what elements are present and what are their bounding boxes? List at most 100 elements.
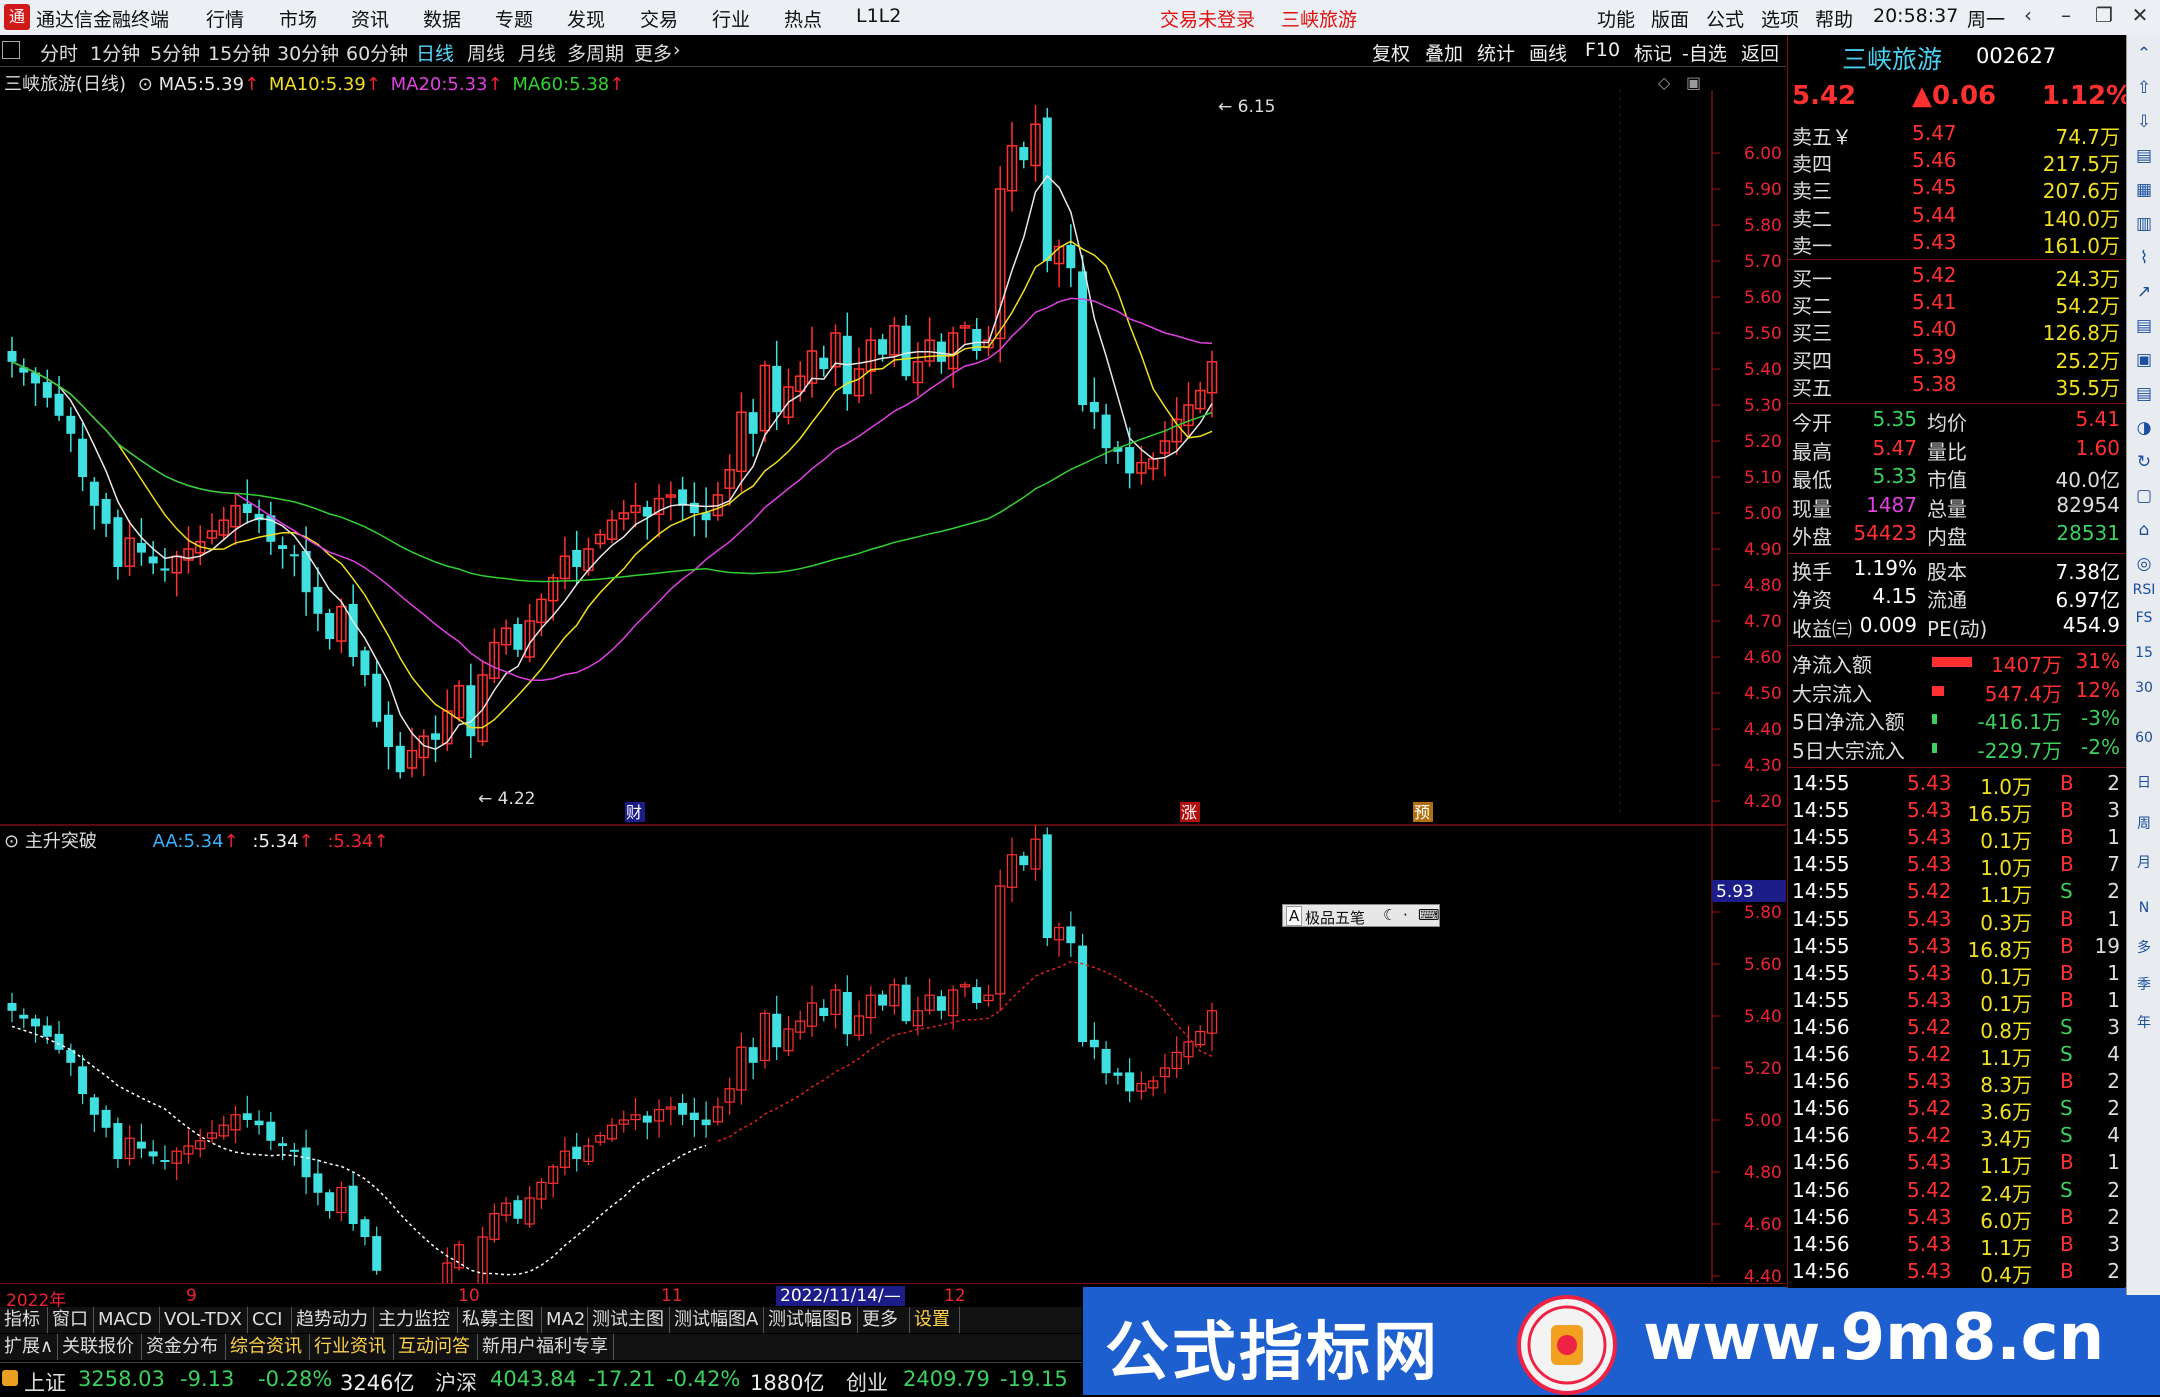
indicator-tab[interactable]: 窗口 <box>48 1307 94 1333</box>
minimize-icon[interactable]: – <box>2051 3 2081 31</box>
bars-icon[interactable]: ⌇ <box>2131 245 2157 271</box>
tick-row[interactable]: 14:55 5.43 1.0万 B 7 <box>1792 852 2122 880</box>
list-icon[interactable]: ▤ <box>2131 143 2157 169</box>
extension-tab[interactable]: 行业资讯 <box>310 1334 394 1360</box>
indicator-tab[interactable]: MACD <box>94 1307 160 1333</box>
tick-row[interactable]: 14:55 5.43 0.1万 B 1 <box>1792 961 2122 989</box>
menu-item-data[interactable]: 数据 <box>423 5 461 32</box>
extension-tab[interactable]: 新用户福利专享 <box>478 1334 614 1360</box>
extension-tab[interactable]: 互动问答 <box>394 1334 478 1360</box>
extension-tab[interactable]: 资金分布 <box>142 1334 226 1360</box>
period-shortcut-month[interactable]: 月 <box>2131 850 2157 876</box>
tick-row[interactable]: 14:56 5.42 1.1万 S 4 <box>1792 1042 2122 1070</box>
indicator-tab[interactable]: 主力监控 <box>374 1307 458 1333</box>
index-name[interactable]: 沪深 <box>435 1367 477 1397</box>
tick-row[interactable]: 14:55 5.43 0.1万 B 1 <box>1792 825 2122 853</box>
restore-icon[interactable]: ❐ <box>2089 3 2119 31</box>
indicator-tab[interactable]: MA2 <box>542 1307 588 1333</box>
tool-fuquan[interactable]: 复权 <box>1372 39 1410 66</box>
tool-watchlist[interactable]: -自选 <box>1682 39 1727 66</box>
extension-tab[interactable]: 关联报价 <box>58 1334 142 1360</box>
indicator-tab[interactable]: 趋势动力 <box>292 1307 374 1333</box>
fund-icon[interactable]: ▣ <box>2131 347 2157 373</box>
period-shortcut-rsi[interactable]: RSI <box>2131 577 2157 603</box>
extension-tab[interactable]: 扩展∧ <box>0 1334 58 1360</box>
bid-row[interactable]: 买三 5.40 126.8万 <box>1792 317 2122 345</box>
tool-overlay[interactable]: 叠加 <box>1425 39 1463 66</box>
float-button-label[interactable]: 极品五笔 <box>1305 907 1365 928</box>
indicator-tab[interactable]: 测试幅图B <box>764 1307 858 1333</box>
menu-item-trade[interactable]: 交易 <box>640 5 678 32</box>
home-icon[interactable]: ⌂ <box>2131 517 2157 543</box>
menu-item-function[interactable]: 功能 <box>1597 5 1635 32</box>
tool-draw[interactable]: 画线 <box>1529 39 1567 66</box>
period-shortcut-30min[interactable]: 30 <box>2131 675 2157 701</box>
period-tab[interactable]: 5分钟 <box>150 39 200 66</box>
tick-row[interactable]: 14:56 5.42 0.8万 S 3 <box>1792 1015 2122 1043</box>
bid-row[interactable]: 买二 5.41 54.2万 <box>1792 290 2122 318</box>
bid-row[interactable]: 买一 5.42 24.3万 <box>1792 263 2122 291</box>
menu-item-quotes[interactable]: 行情 <box>206 5 244 32</box>
kline-svg[interactable]: 6.00 5.90 5.80 5.70 5.60 5.50 5.40 5.30 5.20 5.10… <box>0 67 1786 1288</box>
back-icon[interactable]: ‹ <box>2013 3 2043 31</box>
tick-row[interactable]: 14:56 5.42 3.4万 S 4 <box>1792 1123 2122 1151</box>
down-icon[interactable]: ⇩ <box>2131 109 2157 135</box>
period-tab[interactable]: 60分钟 <box>346 39 408 66</box>
period-tab[interactable]: 月线 <box>518 39 556 66</box>
period-shortcut-15min[interactable]: 15 <box>2131 640 2157 666</box>
float-toolbar[interactable]: A 极品五笔 ☾ · ⌨ <box>1282 904 1440 927</box>
up-icon[interactable]: ⇧ <box>2131 75 2157 101</box>
period-tab[interactable]: 30分钟 <box>277 39 339 66</box>
ask-row[interactable]: 卖二 5.44 140.0万 <box>1792 203 2122 231</box>
tick-row[interactable]: 14:55 5.43 16.5万 B 3 <box>1792 798 2122 826</box>
period-tab-active[interactable]: 日线 <box>416 39 454 66</box>
period-shortcut-season[interactable]: 季 <box>2131 972 2157 998</box>
tool-f10[interactable]: F10 <box>1585 39 1620 61</box>
ask-row[interactable]: 卖一 5.43 161.0万 <box>1792 230 2122 258</box>
ma-settings-icon[interactable]: ⊙ <box>138 74 153 95</box>
ask-row[interactable]: 卖三 5.45 207.6万 <box>1792 175 2122 203</box>
tick-row[interactable]: 14:55 5.43 1.0万 B 2 <box>1792 771 2122 799</box>
tick-row[interactable]: 14:56 5.42 3.6万 S 2 <box>1792 1096 2122 1124</box>
close-icon[interactable]: ✕ <box>2125 3 2155 31</box>
period-shortcut-week[interactable]: 周 <box>2131 811 2157 837</box>
dot-icon[interactable]: · <box>1403 906 1408 924</box>
period-tab[interactable]: 多周期 <box>567 39 624 66</box>
menu-item-layout[interactable]: 版面 <box>1651 5 1689 32</box>
menu-item-options[interactable]: 选项 <box>1761 5 1799 32</box>
tick-row[interactable]: 14:55 5.42 1.1万 S 2 <box>1792 879 2122 907</box>
ask-row[interactable]: 卖四 5.46 217.5万 <box>1792 148 2122 176</box>
extension-tab[interactable]: 综合资讯 <box>226 1334 310 1360</box>
tick-row[interactable]: 14:56 5.42 2.4万 S 2 <box>1792 1178 2122 1206</box>
period-tab[interactable]: 1分钟 <box>90 39 140 66</box>
bid-row[interactable]: 买四 5.39 25.2万 <box>1792 345 2122 373</box>
target-icon[interactable]: ◎ <box>2131 551 2157 577</box>
indicator-tab[interactable]: 测试主图 <box>588 1307 670 1333</box>
moon-icon[interactable]: ☾ <box>1383 906 1396 924</box>
grid-toggle-icon[interactable] <box>2 41 20 59</box>
menu-item-discover[interactable]: 发现 <box>567 5 605 32</box>
menu-item-industry[interactable]: 行业 <box>712 5 750 32</box>
menu-item-topics[interactable]: 专题 <box>495 5 533 32</box>
indicator-settings-icon[interactable]: ⊙ <box>4 831 19 852</box>
period-tab-more[interactable]: 更多 <box>634 39 672 66</box>
tool-mark[interactable]: 标记 <box>1634 39 1672 66</box>
window-icon[interactable]: ▢ <box>2131 483 2157 509</box>
login-status[interactable]: 交易未登录 <box>1160 5 1255 32</box>
indicator-tab[interactable]: 测试幅图A <box>670 1307 764 1333</box>
columns-icon[interactable]: ▥ <box>2131 211 2157 237</box>
tool-stats[interactable]: 统计 <box>1477 39 1515 66</box>
grid-icon[interactable]: ▦ <box>2131 177 2157 203</box>
indicator-tab[interactable]: CCI <box>248 1307 292 1333</box>
period-shortcut-multi[interactable]: 多 <box>2131 935 2157 961</box>
period-tab[interactable]: 15分钟 <box>208 39 270 66</box>
indicator-tab[interactable]: 设置 <box>910 1307 960 1333</box>
tick-row[interactable]: 14:56 5.43 1.1万 B 3 <box>1792 1232 2122 1260</box>
up-arrow-icon[interactable]: ⌃ <box>2131 41 2157 67</box>
chart-area[interactable]: 6.00 5.90 5.80 5.70 5.60 5.50 5.40 5.30 5.20 5.10… <box>0 67 1786 1288</box>
indicator-tab[interactable]: 指标 <box>0 1307 48 1333</box>
indicator-tab[interactable]: 更多 <box>858 1307 910 1333</box>
index-name[interactable]: 创业 <box>846 1367 888 1397</box>
tick-row[interactable]: 14:56 5.43 0.4万 B 2 <box>1792 1259 2122 1287</box>
chevron-right-icon[interactable]: › <box>673 39 681 61</box>
